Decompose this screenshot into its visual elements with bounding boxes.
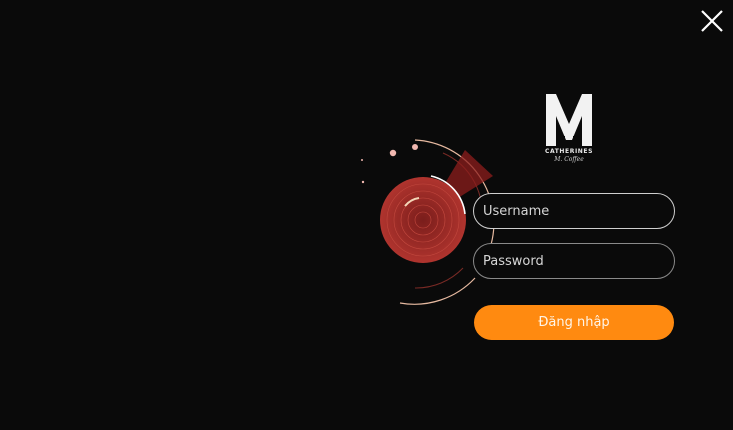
password-input[interactable] — [473, 243, 675, 279]
close-icon — [701, 10, 723, 32]
login-button[interactable]: Đăng nhập — [474, 305, 674, 340]
login-window: CATHERINES M. Coffee Đăng nhập — [0, 0, 733, 430]
close-button[interactable] — [699, 8, 725, 34]
logo-tagline: M. Coffee — [554, 156, 584, 163]
logo-m-icon — [546, 94, 592, 146]
brand-logo: CATHERINES M. Coffee — [540, 90, 598, 170]
username-input[interactable] — [473, 193, 675, 229]
logo-brand-text: CATHERINES — [544, 148, 594, 155]
